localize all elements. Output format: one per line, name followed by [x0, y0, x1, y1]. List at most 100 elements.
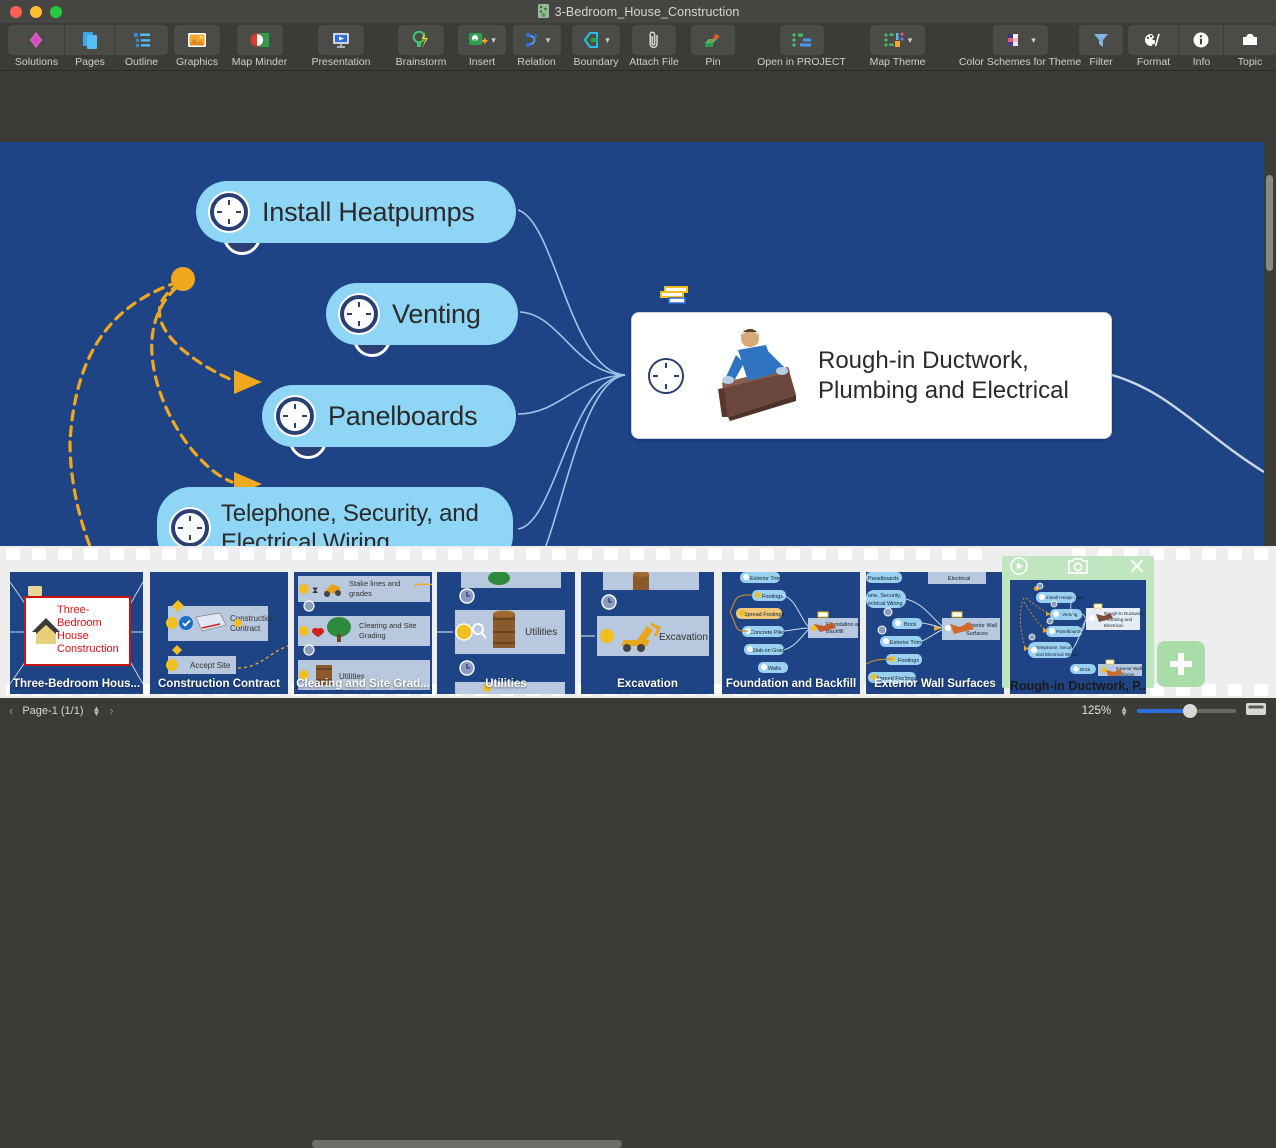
horizontal-scrollbar[interactable] — [312, 1140, 622, 1148]
zoom-slider[interactable] — [1137, 709, 1236, 713]
toolbar-item-outline[interactable]: Outline — [115, 23, 168, 71]
map-minder-icon[interactable] — [237, 25, 283, 55]
toolbar-item-graphics[interactable]: Graphics — [172, 23, 222, 71]
chevron-down-icon[interactable]: ▾ — [908, 36, 913, 45]
topic-venting[interactable]: Venting — [326, 283, 518, 345]
toolbar-item-solutions[interactable]: Solutions — [8, 23, 65, 71]
page-thumbnail[interactable]: ⧗ Stake lines and grades Clearing and Si… — [294, 572, 432, 694]
callout-icon — [655, 285, 699, 311]
graphics-icon[interactable] — [174, 25, 220, 55]
page-thumbnail[interactable]: Three- Bedroom House Construction Three-… — [10, 572, 143, 694]
svg-text:Accept Site: Accept Site — [190, 661, 231, 670]
svg-text:Spread Footings: Spread Footings — [744, 612, 785, 618]
svg-text:Backfill: Backfill — [826, 629, 843, 635]
page-thumbnail-selected[interactable]: Install Heatpumps Venting Panelboards Te… — [1010, 580, 1146, 694]
svg-text:⧗: ⧗ — [312, 585, 318, 595]
boundary-icon[interactable]: ▾ — [572, 25, 620, 55]
svg-text:Venting: Venting — [1062, 612, 1078, 617]
svg-text:Exterior Trim: Exterior Trim — [750, 576, 782, 582]
toolbar-item-brainstorm[interactable]: Brainstorm — [382, 23, 460, 71]
chevron-down-icon[interactable]: ▾ — [605, 36, 610, 45]
solutions-icon[interactable] — [8, 25, 65, 55]
svg-text:Stake lines and: Stake lines and — [349, 579, 400, 588]
toolbar-item-map-minder[interactable]: Map Minder — [222, 23, 297, 71]
topic-label: Panelboards — [328, 401, 477, 432]
svg-text:Panelboards: Panelboards — [1056, 629, 1082, 634]
toolbar-label: Filter — [1089, 56, 1112, 68]
topic-icon[interactable] — [1224, 25, 1276, 55]
play-icon[interactable] — [1010, 557, 1028, 580]
toolbar-label: Solutions — [15, 56, 58, 68]
pin-icon[interactable] — [691, 25, 735, 55]
chevron-down-icon[interactable]: ▾ — [491, 36, 496, 45]
toolbar-label: Info — [1193, 56, 1211, 68]
filter-icon[interactable] — [1079, 25, 1123, 55]
chevron-right-icon[interactable]: › — [109, 703, 113, 718]
thumbnail-label: Construction Contract — [150, 674, 288, 694]
zoom-stepper-icon[interactable]: ▲▼ — [1120, 706, 1128, 716]
page-thumbnail[interactable]: Panelboards Electrical one, Security,ect… — [866, 572, 1004, 694]
fit-page-icon[interactable] — [1245, 702, 1267, 719]
close-icon[interactable] — [1128, 557, 1146, 580]
page-thumbnail[interactable]: Construction Contract Accept Site Constr… — [150, 572, 288, 694]
toolbar-item-boundary[interactable]: ▾ Boundary — [564, 23, 628, 71]
format-icon[interactable] — [1128, 25, 1179, 55]
toolbar-item-open-in-project[interactable]: Open in PROJECT — [748, 23, 855, 71]
toolbar-item-pages[interactable]: Pages — [65, 23, 115, 71]
mindmap-canvas[interactable]: Install Heatpumps Venting Panelboards Te… — [0, 142, 1264, 604]
toolbar-label: Open in PROJECT — [757, 56, 846, 68]
svg-text:Brick: Brick — [1080, 667, 1091, 672]
toolbar-item-format[interactable]: Format — [1128, 23, 1179, 71]
svg-text:Footings: Footings — [762, 594, 783, 600]
chevron-down-icon[interactable]: ▾ — [546, 36, 551, 45]
toolbar-label: Color Schemes for Theme — [959, 56, 1081, 68]
toolbar-label: Presentation — [312, 56, 371, 68]
brainstorm-icon[interactable] — [398, 25, 444, 55]
toolbar-item-attach-file[interactable]: Attach File — [620, 23, 688, 71]
zoom-label: 125% — [1082, 705, 1111, 717]
stepper-icon[interactable]: ▲▼ — [93, 706, 101, 716]
outline-icon[interactable] — [115, 25, 168, 55]
svg-text:Exterior Trim: Exterior Trim — [890, 640, 922, 646]
paperclip-icon[interactable] — [632, 25, 676, 55]
toolbar-item-presentation[interactable]: Presentation — [300, 23, 382, 71]
camera-icon[interactable] — [1067, 557, 1089, 580]
topic-label: Install Heatpumps — [262, 197, 475, 228]
color-schemes-icon[interactable]: ▾ — [993, 25, 1048, 55]
info-icon[interactable] — [1179, 25, 1224, 55]
page-thumbnail[interactable]: Excavation Excavation — [581, 572, 714, 694]
toolbar-item-info[interactable]: Info — [1179, 23, 1224, 71]
svg-text:Utilities: Utilities — [525, 627, 557, 638]
toolbar-item-map-theme[interactable]: ▾ Map Theme — [855, 23, 940, 71]
vertical-scrollbar[interactable] — [1266, 175, 1273, 271]
zoom-controls: 125% ▲▼ — [1082, 702, 1267, 719]
topic-panelboards[interactable]: Panelboards — [262, 385, 516, 447]
toolbar-item-topic[interactable]: Topic — [1224, 23, 1276, 71]
page-thumbnail[interactable]: Exterior Trim Footings Spread Footings C… — [722, 572, 860, 694]
toolbar-item-color-schemes[interactable]: ▾ Color Schemes for Theme — [940, 23, 1100, 71]
chevron-down-icon[interactable]: ▾ — [1031, 36, 1036, 45]
insert-icon[interactable]: ▾ — [458, 25, 506, 55]
center-topic-label: Rough-in Ductwork, Plumbing and Electric… — [818, 346, 1111, 406]
svg-text:House: House — [57, 630, 89, 642]
toolbar-item-insert[interactable]: ▾ Insert — [455, 23, 509, 71]
presentation-icon[interactable] — [318, 25, 364, 55]
clock-icon — [276, 397, 314, 435]
thumbnail-label: Rough-in Ductwork, P... — [1010, 676, 1146, 696]
toolbar-item-pin[interactable]: Pin — [688, 23, 738, 71]
svg-text:grades: grades — [349, 589, 372, 598]
add-page-button[interactable] — [1157, 641, 1205, 687]
chevron-left-icon[interactable]: ‹ — [9, 703, 13, 718]
map-theme-icon[interactable]: ▾ — [870, 25, 925, 55]
relation-icon[interactable]: ▾ — [513, 25, 561, 55]
open-in-project-icon[interactable] — [780, 25, 824, 55]
center-topic-rough-in-ductwork[interactable]: Rough-in Ductwork, Plumbing and Electric… — [631, 312, 1112, 439]
page-thumbnail[interactable]: Utilities Utilities — [437, 572, 575, 694]
toolbar-item-relation[interactable]: ▾ Relation — [509, 23, 564, 71]
pages-icon[interactable] — [65, 25, 115, 55]
zoom-slider-knob[interactable] — [1183, 704, 1197, 718]
toolbar-item-filter[interactable]: Filter — [1078, 23, 1124, 71]
svg-text:Electrical: Electrical — [1104, 623, 1123, 628]
worker-ductwork-image — [692, 325, 804, 426]
topic-install-heatpumps[interactable]: Install Heatpumps — [196, 181, 516, 243]
